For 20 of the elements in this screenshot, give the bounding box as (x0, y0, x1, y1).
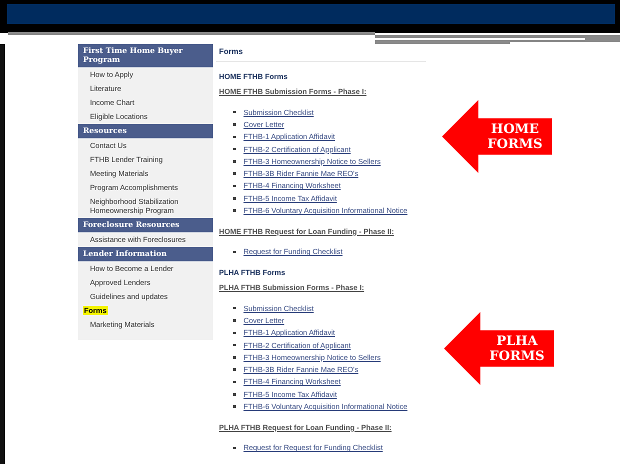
bullet-icon (233, 356, 236, 359)
bullet-icon (233, 368, 236, 371)
bullet-icon (233, 209, 236, 212)
bullet-icon (233, 344, 236, 346)
bullet-icon (233, 319, 236, 322)
bullet-icon (233, 405, 236, 408)
bullet-icon (233, 380, 236, 384)
bullet-icon (233, 123, 236, 126)
bullet-icon (233, 136, 236, 138)
bullet-icon (233, 160, 236, 163)
bullet-icon (233, 446, 236, 450)
bullet-icon (233, 393, 236, 396)
bullet-icon (233, 172, 236, 175)
bullet-icon (233, 197, 236, 200)
bullet-icon (233, 306, 236, 310)
bullet-icon (233, 332, 236, 334)
bullet-icon (233, 250, 236, 254)
bullet-icon (233, 110, 236, 114)
bullet-icon (233, 148, 236, 150)
bullet-icon (233, 184, 236, 188)
